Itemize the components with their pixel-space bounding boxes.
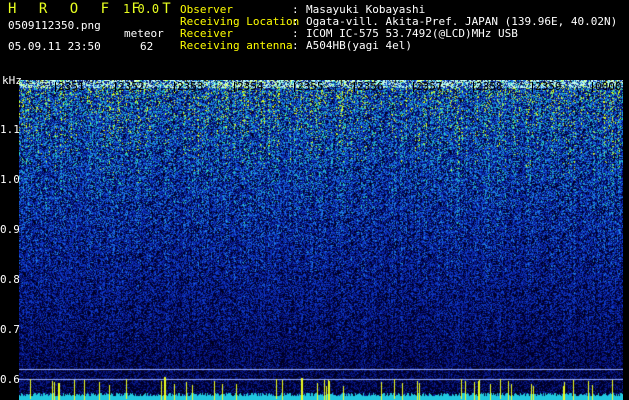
x-tick-2359: 2359 [532,80,562,93]
meteor-label: meteor [124,27,164,40]
y-tick-0-7: 0.7 [0,323,20,336]
antenna-label: Receiving antenna [180,39,293,52]
meteor-count: 62 [140,40,154,53]
x-tick-2355: 2355 [294,80,324,93]
spectrogram-canvas [19,80,623,400]
file-name: 0509112350.png [8,19,101,32]
y-tick-0-6: 0.6 [0,373,20,386]
x-tick-2357: 2357 [413,80,443,93]
y-tick-0-8: 0.8 [0,273,20,286]
x-tick-0000: 0000 [592,80,622,93]
y-tick-1-0: 1.0 [0,173,20,186]
app-version: 1.0.0 [123,2,160,16]
x-tick-2356: 2356 [354,80,384,93]
x-tick-2352: 2352 [115,80,145,93]
antenna-value: A504HB(yagi 4el) [306,39,412,52]
x-tick-2351: 2351 [55,80,85,93]
observation-datetime: 05.09.11 23:50 [8,40,101,53]
antenna-sep: : [292,39,299,52]
x-tick-2354: 2354 [234,80,264,93]
x-tick-2353: 2353 [174,80,204,93]
x-tick-2358: 2358 [473,80,503,93]
y-tick-0-9: 0.9 [0,223,20,236]
y-tick-1-1: 1.1 [0,123,20,136]
